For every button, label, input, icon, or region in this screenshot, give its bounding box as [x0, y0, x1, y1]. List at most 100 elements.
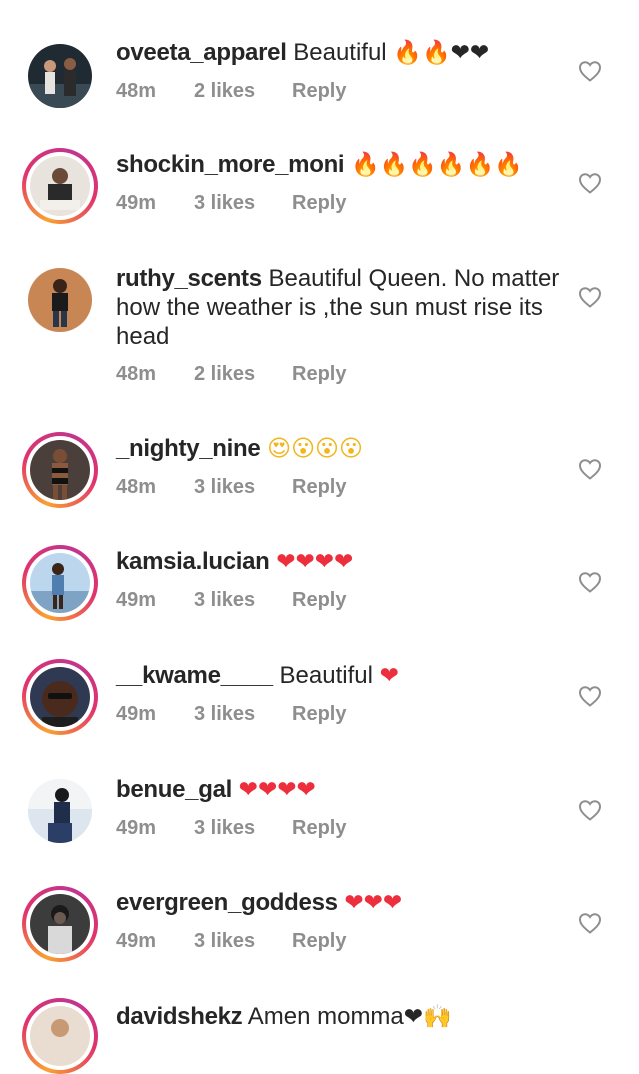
comment-text: ruthy_scents Beautiful Queen. No matter …: [116, 264, 566, 351]
raised-hands-emoji: 🙌: [423, 1004, 452, 1030]
comment-emoji: 🔥🔥❤❤: [393, 40, 489, 66]
heart-outline-icon[interactable]: [578, 60, 602, 82]
comment-time: 48m: [116, 80, 157, 102]
reply-button[interactable]: Reply: [292, 363, 346, 386]
reply-button[interactable]: Reply: [292, 192, 346, 215]
avatar-image: [30, 440, 90, 500]
comment-username[interactable]: benue_gal: [116, 776, 232, 803]
avatar[interactable]: [22, 998, 98, 1074]
comment-body: _nighty_nine 😍😮😮😮 48m 3 likes Reply: [116, 434, 566, 502]
avatar[interactable]: [22, 659, 98, 735]
comment-meta: 48m 2 likes Reply: [116, 80, 566, 106]
heart-outline-icon[interactable]: [578, 799, 602, 821]
comment-body: benue_gal ❤❤❤❤ 49m 3 likes Reply: [116, 775, 566, 843]
reply-button[interactable]: Reply: [292, 476, 346, 499]
avatar-image: [28, 44, 92, 108]
comment-meta: 49m 3 likes Reply: [116, 589, 566, 615]
heart-emoji: ❤❤❤: [344, 890, 403, 916]
reply-button[interactable]: Reply: [292, 80, 346, 103]
comment-message: Beautiful: [279, 662, 373, 689]
avatar-image: [28, 268, 92, 332]
comment-emoji: ❤🙌: [404, 1004, 452, 1030]
avatar[interactable]: [22, 886, 98, 962]
reply-button[interactable]: Reply: [292, 817, 346, 840]
comment-time: 49m: [116, 817, 157, 839]
heart-emoji: ❤❤: [450, 40, 490, 66]
comment-username[interactable]: _nighty_nine: [116, 435, 261, 462]
avatar-image: [30, 667, 90, 727]
comment-username[interactable]: ruthy_scents: [116, 265, 262, 292]
comment-likes-count[interactable]: 3 likes: [194, 192, 255, 215]
comment-username[interactable]: kamsia.lucian: [116, 548, 270, 575]
comment-text: shockin_more_moni 🔥🔥🔥🔥🔥🔥: [116, 150, 566, 180]
comment-body: kamsia.lucian ❤❤❤❤ 49m 3 likes Reply: [116, 547, 566, 615]
heart-emoji: ❤: [403, 1004, 424, 1030]
heart-outline-icon[interactable]: [578, 571, 602, 593]
comment-username[interactable]: evergreen_goddess: [116, 889, 338, 916]
heart-emoji: ❤❤❤❤: [238, 777, 316, 803]
comment-body: ruthy_scents Beautiful Queen. No matter …: [116, 264, 566, 389]
heart-emoji: ❤: [379, 663, 399, 689]
avatar[interactable]: [22, 38, 98, 114]
avatar[interactable]: [22, 773, 98, 849]
avatar[interactable]: [22, 545, 98, 621]
comment-meta: 49m 3 likes Reply: [116, 192, 566, 218]
comment-meta: 48m 3 likes Reply: [116, 476, 566, 502]
avatar-image: [30, 156, 90, 216]
comment-body: evergreen_goddess ❤❤❤ 49m 3 likes Reply: [116, 888, 566, 956]
comment-text: evergreen_goddess ❤❤❤: [116, 888, 566, 918]
comment-message: Amen momma: [247, 1003, 404, 1030]
avatar[interactable]: [22, 262, 98, 338]
comment-username[interactable]: shockin_more_moni: [116, 151, 345, 178]
avatar-image: [30, 553, 90, 613]
comment-body: __kwame____ Beautiful ❤ 49m 3 likes Repl…: [116, 661, 566, 729]
fire-emoji: 🔥🔥: [393, 40, 451, 66]
comment-likes-count[interactable]: 2 likes: [194, 80, 255, 103]
comment-time: 48m: [116, 476, 157, 498]
comment-body: davidshekz Amen momma❤🙌: [116, 1002, 566, 1032]
comment-text: davidshekz Amen momma❤🙌: [116, 1002, 566, 1032]
comment-time: 48m: [116, 363, 157, 385]
heart-outline-icon[interactable]: [578, 172, 602, 194]
comment-text: __kwame____ Beautiful ❤: [116, 661, 566, 691]
comment-body: shockin_more_moni 🔥🔥🔥🔥🔥🔥 49m 3 likes Rep…: [116, 150, 566, 218]
comment-likes-count[interactable]: 3 likes: [194, 817, 255, 840]
comment-username[interactable]: __kwame____: [116, 662, 273, 689]
comment-meta: 49m 3 likes Reply: [116, 930, 566, 956]
heart-outline-icon[interactable]: [578, 912, 602, 934]
reply-button[interactable]: Reply: [292, 930, 346, 953]
comment-meta: 49m 3 likes Reply: [116, 703, 566, 729]
face-emoji: 😍😮😮😮: [267, 436, 364, 462]
comment-time: 49m: [116, 589, 157, 611]
avatar-image: [30, 894, 90, 954]
comment-username[interactable]: davidshekz: [116, 1003, 243, 1030]
comment-likes-count[interactable]: 3 likes: [194, 476, 255, 499]
comment-likes-count[interactable]: 3 likes: [194, 589, 255, 612]
avatar[interactable]: [22, 148, 98, 224]
heart-outline-icon[interactable]: [578, 685, 602, 707]
comment-body: oveeta_apparel Beautiful 🔥🔥❤❤ 48m 2 like…: [116, 38, 566, 106]
comment-meta: 48m 2 likes Reply: [116, 363, 566, 389]
comment-text: oveeta_apparel Beautiful 🔥🔥❤❤: [116, 38, 566, 68]
heart-emoji: ❤❤❤❤: [276, 549, 354, 575]
comment-likes-count[interactable]: 3 likes: [194, 703, 255, 726]
comment-text: kamsia.lucian ❤❤❤❤: [116, 547, 566, 577]
avatar-image: [28, 779, 92, 843]
comment-text: _nighty_nine 😍😮😮😮: [116, 434, 566, 464]
comment-time: 49m: [116, 192, 157, 214]
reply-button[interactable]: Reply: [292, 703, 346, 726]
comment-username[interactable]: oveeta_apparel: [116, 39, 287, 66]
comment-message: Beautiful: [293, 39, 387, 66]
heart-outline-icon[interactable]: [578, 458, 602, 480]
comment-likes-count[interactable]: 2 likes: [194, 363, 255, 386]
fire-emoji: 🔥🔥🔥🔥🔥🔥: [350, 152, 523, 178]
comment-time: 49m: [116, 930, 157, 952]
avatar[interactable]: [22, 432, 98, 508]
comment-meta: 49m 3 likes Reply: [116, 817, 566, 843]
reply-button[interactable]: Reply: [292, 589, 346, 612]
heart-outline-icon[interactable]: [578, 286, 602, 308]
comment-time: 49m: [116, 703, 157, 725]
comment-likes-count[interactable]: 3 likes: [194, 930, 255, 953]
comment-text: benue_gal ❤❤❤❤: [116, 775, 566, 805]
avatar-image: [30, 1006, 90, 1066]
